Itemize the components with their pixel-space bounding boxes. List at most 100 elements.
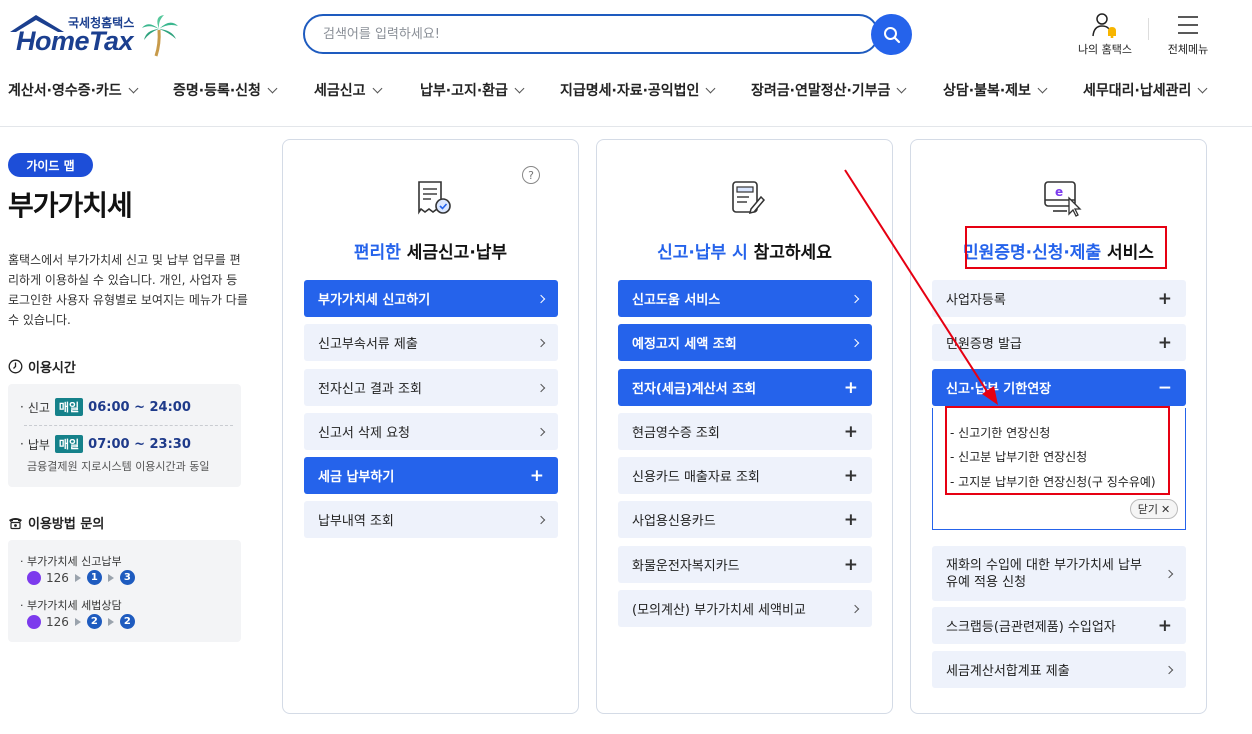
chevron-down-icon bbox=[514, 83, 525, 93]
deadline-extension-button[interactable]: 신고·납부 기한연장 − bbox=[932, 369, 1186, 406]
chevron-right-icon bbox=[850, 604, 860, 613]
help-icon[interactable]: ? bbox=[522, 166, 540, 184]
palm-tree-icon bbox=[142, 15, 178, 57]
nav-item-certificate[interactable]: 증명·등록·신청 bbox=[173, 80, 278, 100]
step-number: 2 bbox=[86, 614, 102, 629]
button-label: 민원증명 발급 bbox=[946, 337, 1022, 352]
button-label: 신용카드 매출자료 조회 bbox=[632, 470, 760, 485]
inquiry-label-text: 부가가치세 세법상담 bbox=[27, 599, 122, 612]
divider bbox=[1148, 18, 1149, 40]
card-reference: 신고·납부 시 참고하세요 신고도움 서비스 예정고지 세액 조회 전자(세금)… bbox=[596, 139, 893, 714]
button-label: 신고·납부 기한연장 bbox=[946, 382, 1052, 397]
chevron-right-icon bbox=[536, 427, 546, 436]
bullet: · bbox=[20, 400, 24, 414]
hours-label: 신고 bbox=[27, 400, 50, 415]
nav-item-incentive[interactable]: 장려금·연말정산·기부금 bbox=[751, 80, 907, 100]
divider bbox=[24, 425, 233, 426]
step-number: 1 bbox=[86, 570, 102, 585]
button-label: 신고도움 서비스 bbox=[632, 293, 721, 308]
my-hometax-label: 나의 홈택스 bbox=[1077, 43, 1133, 56]
cash-receipt-button[interactable]: 현금영수증 조회 + bbox=[618, 413, 872, 450]
scheduled-notice-button[interactable]: 예정고지 세액 조회 bbox=[618, 324, 872, 361]
button-label: 전자(세금)계산서 조회 bbox=[632, 382, 757, 397]
clock-icon bbox=[8, 359, 23, 374]
chevron-down-icon bbox=[267, 83, 278, 93]
attachment-submit-button[interactable]: 신고부속서류 제출 bbox=[304, 324, 558, 361]
step-number: 2 bbox=[119, 614, 135, 629]
nav-label: 납부·고지·환급 bbox=[420, 83, 508, 99]
nav-item-statement[interactable]: 지급명세·자료·공익법인 bbox=[560, 80, 716, 100]
plus-icon: + bbox=[1157, 332, 1172, 353]
search-icon bbox=[883, 26, 900, 43]
hours-time: 06:00 ~ 24:00 bbox=[88, 399, 191, 415]
plus-icon: + bbox=[843, 509, 858, 530]
report-delete-request-button[interactable]: 신고서 삭제 요청 bbox=[304, 413, 558, 450]
nav-label: 장려금·연말정산·기부금 bbox=[751, 83, 891, 99]
report-help-service-button[interactable]: 신고도움 서비스 bbox=[618, 280, 872, 317]
e-invoice-lookup-button[interactable]: 전자(세금)계산서 조회 + bbox=[618, 369, 872, 406]
all-menu-button[interactable]: 전체메뉴 bbox=[1160, 12, 1216, 57]
nav-item-tax-agent[interactable]: 세무대리·납세관리 bbox=[1083, 80, 1208, 100]
card-convenient-report: ? 편리한 세금신고·납부 부가가치세 신고하기 신고부속서류 제출 전자신고 … bbox=[282, 139, 579, 714]
business-card-button[interactable]: 사업용신용카드 + bbox=[618, 501, 872, 538]
nav-label: 지급명세·자료·공익법인 bbox=[560, 83, 700, 99]
button-label: (모의계산) 부가가치세 세액비교 bbox=[632, 603, 806, 618]
annotation-box-title bbox=[965, 226, 1167, 269]
chevron-down-icon bbox=[1037, 83, 1048, 93]
import-vat-deferral-button[interactable]: 재화의 수입에 대한 부가가치세 납부유예 적용 신청 bbox=[932, 546, 1186, 601]
nav-label: 세금신고 bbox=[314, 83, 366, 99]
main-nav: 계산서·영수증·카드 증명·등록·신청 세금신고 납부·고지·환급 지급명세·자… bbox=[0, 80, 1252, 104]
truck-driver-card-button[interactable]: 화물운전자복지카드 + bbox=[618, 546, 872, 583]
button-label: 세금 납부하기 bbox=[318, 470, 395, 485]
nav-item-consult[interactable]: 상담·불복·제보 bbox=[943, 80, 1048, 100]
hamburger-menu-icon bbox=[1178, 16, 1198, 34]
payment-history-button[interactable]: 납부내역 조회 bbox=[304, 501, 558, 538]
page-description: 홈택스에서 부가가치세 신고 및 납부 업무를 편리하게 이용하실 수 있습니다… bbox=[8, 253, 248, 327]
phone-icon bbox=[27, 614, 41, 629]
chevron-right-icon bbox=[1164, 665, 1174, 674]
scrap-importer-button[interactable]: 스크랩등(금관련제품) 수입업자 + bbox=[932, 607, 1186, 644]
button-label: 전자신고 결과 조회 bbox=[318, 382, 422, 397]
search-box bbox=[303, 14, 879, 54]
plus-icon: + bbox=[843, 421, 858, 442]
annotation-box-submenu bbox=[945, 406, 1170, 495]
search-input[interactable] bbox=[305, 16, 877, 52]
plus-icon: + bbox=[529, 465, 544, 486]
chevron-right-icon bbox=[1164, 569, 1174, 578]
tax-payment-button[interactable]: 세금 납부하기 + bbox=[304, 457, 558, 494]
inquiry-heading: 이용방법 문의 bbox=[8, 513, 104, 532]
button-label: 스크랩등(금관련제품) 수입업자 bbox=[946, 620, 1116, 635]
card-title-highlight: 편리한 bbox=[353, 243, 401, 263]
hours-row-report: · 신고 매일 06:00 ~ 24:00 bbox=[20, 398, 191, 416]
vat-report-button[interactable]: 부가가치세 신고하기 bbox=[304, 280, 558, 317]
close-button[interactable]: 닫기 ✕ bbox=[1130, 499, 1178, 519]
chevron-right-icon bbox=[850, 338, 860, 347]
invoice-summary-submit-button[interactable]: 세금계산서합계표 제출 bbox=[932, 651, 1186, 688]
chevron-right-icon bbox=[536, 515, 546, 524]
minus-icon: − bbox=[1157, 377, 1172, 398]
daily-badge: 매일 bbox=[54, 398, 84, 416]
button-label: 납부내역 조회 bbox=[318, 514, 394, 529]
card-sales-button[interactable]: 신용카드 매출자료 조회 + bbox=[618, 457, 872, 494]
nav-item-payment[interactable]: 납부·고지·환급 bbox=[420, 80, 525, 100]
nav-item-invoice[interactable]: 계산서·영수증·카드 bbox=[8, 80, 139, 100]
business-registration-button[interactable]: 사업자등록 + bbox=[932, 280, 1186, 317]
chevron-down-icon bbox=[372, 83, 382, 93]
search-button[interactable] bbox=[871, 14, 912, 55]
button-label: 세금계산서합계표 제출 bbox=[946, 664, 1070, 679]
nav-label: 계산서·영수증·카드 bbox=[8, 83, 122, 99]
vat-simulation-button[interactable]: (모의계산) 부가가치세 세액비교 bbox=[618, 590, 872, 627]
chevron-right-icon bbox=[536, 383, 546, 392]
svg-text:e: e bbox=[1055, 185, 1063, 199]
phone-number: 126 bbox=[46, 570, 69, 585]
hours-label: 납부 bbox=[27, 437, 50, 452]
my-hometax-button[interactable]: 나의 홈택스 bbox=[1076, 12, 1134, 57]
chevron-down-icon bbox=[128, 83, 139, 93]
daily-badge: 매일 bbox=[54, 435, 84, 453]
chevron-right-icon bbox=[536, 294, 546, 303]
nav-item-tax-report[interactable]: 세금신고 bbox=[314, 80, 382, 100]
certificate-issue-button[interactable]: 민원증명 발급 + bbox=[932, 324, 1186, 361]
plus-icon: + bbox=[843, 465, 858, 486]
hometax-logo[interactable]: 국세청홈택스 HomeTax bbox=[8, 12, 178, 60]
e-report-result-button[interactable]: 전자신고 결과 조회 bbox=[304, 369, 558, 406]
